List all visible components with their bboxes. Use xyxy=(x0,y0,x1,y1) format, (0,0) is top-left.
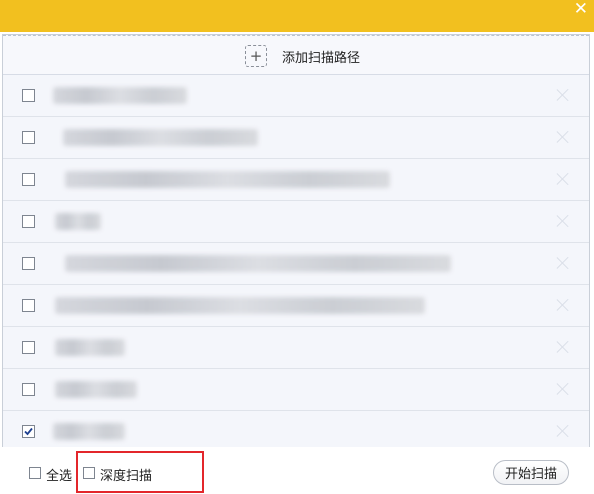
path-text-redacted xyxy=(55,381,137,398)
path-row xyxy=(3,285,589,327)
path-row xyxy=(3,243,589,285)
path-checkbox[interactable] xyxy=(22,341,35,354)
add-path-bar[interactable]: + 添加扫描路径 xyxy=(3,35,589,75)
path-checkbox[interactable] xyxy=(22,257,35,270)
remove-path-icon[interactable] xyxy=(555,423,571,439)
path-row xyxy=(3,369,589,411)
add-icon: + xyxy=(245,45,267,67)
path-checkbox[interactable] xyxy=(22,383,35,396)
footer-bar: 全选 深度扫描 开始扫描 xyxy=(0,447,594,494)
select-all-checkbox[interactable] xyxy=(29,467,41,479)
scan-path-panel: + 添加扫描路径 xyxy=(2,34,590,453)
remove-path-icon[interactable] xyxy=(555,255,571,271)
start-scan-button[interactable]: 开始扫描 xyxy=(493,460,569,485)
remove-path-icon[interactable] xyxy=(555,171,571,187)
path-text-redacted xyxy=(53,87,187,104)
path-text-redacted xyxy=(53,423,125,440)
path-text-redacted xyxy=(55,297,425,314)
close-icon[interactable]: ✕ xyxy=(574,0,588,19)
remove-path-icon[interactable] xyxy=(555,129,571,145)
path-text-redacted xyxy=(55,213,101,230)
path-checkbox[interactable] xyxy=(22,131,35,144)
path-text-redacted xyxy=(65,255,451,272)
checkmark-icon xyxy=(24,427,33,436)
path-row xyxy=(3,159,589,201)
path-checkbox[interactable] xyxy=(22,173,35,186)
add-path-button[interactable]: + 添加扫描路径 xyxy=(245,45,360,67)
path-text-redacted xyxy=(55,339,125,356)
remove-path-icon[interactable] xyxy=(555,297,571,313)
path-row xyxy=(3,201,589,243)
remove-path-icon[interactable] xyxy=(555,213,571,229)
remove-path-icon[interactable] xyxy=(555,339,571,355)
path-checkbox[interactable] xyxy=(22,299,35,312)
title-bar: ✕ xyxy=(0,0,594,32)
path-checkbox-checked[interactable] xyxy=(22,425,35,438)
path-row xyxy=(3,327,589,369)
path-text-redacted xyxy=(65,171,390,188)
path-row xyxy=(3,117,589,159)
select-all-label[interactable]: 全选 xyxy=(46,465,72,484)
remove-path-icon[interactable] xyxy=(555,87,571,103)
path-checkbox[interactable] xyxy=(22,89,35,102)
path-checkbox[interactable] xyxy=(22,215,35,228)
path-row xyxy=(3,75,589,117)
path-text-redacted xyxy=(63,129,258,146)
deep-scan-highlight-box xyxy=(76,451,204,493)
add-path-label: 添加扫描路径 xyxy=(282,50,361,66)
remove-path-icon[interactable] xyxy=(555,381,571,397)
